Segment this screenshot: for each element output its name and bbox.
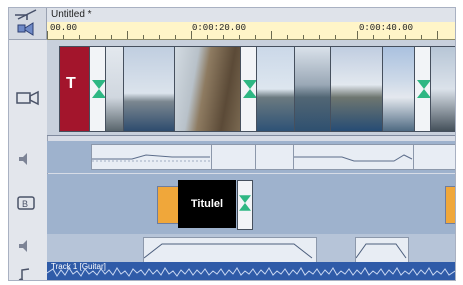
audio-clip[interactable] [293,144,415,170]
music-note-icon[interactable] [18,268,32,281]
transition-icon [417,80,431,98]
video-audio-track[interactable] [47,141,455,173]
video-clip[interactable] [105,46,125,132]
title-transition[interactable] [157,186,179,224]
title-transition[interactable] [445,186,455,224]
sound-effect-track[interactable] [47,234,455,263]
timeline-window: Untitled * 00.00 0:00:20.00 0:00:40.00 B… [8,7,456,281]
audio-clip[interactable] [143,237,317,263]
timeline-header: Untitled * 00.00 0:00:20.00 0:00:40.00 [47,8,455,40]
video-clip[interactable] [382,46,416,132]
video-clip[interactable] [330,46,384,132]
speaker-icon[interactable] [17,239,35,253]
title-track[interactable]: Titulel [47,174,455,234]
title-card-letter: T [66,75,76,92]
video-clip[interactable] [256,46,296,132]
time-ruler[interactable]: 00.00 0:00:20.00 0:00:40.00 [47,22,455,40]
ruler-label-40s: 0:00:40.00 [359,23,414,33]
title-card-clip[interactable]: T [59,46,91,132]
audio-clip[interactable] [91,144,213,170]
transition-icon [239,195,251,211]
transition-icon [243,80,257,98]
video-clip[interactable] [174,46,242,132]
audio-clip[interactable] [355,237,409,263]
video-clip[interactable] [123,46,176,132]
video-clip[interactable] [430,46,455,132]
music-track[interactable]: Track 1 [Guitar] [47,262,455,280]
audio-clip[interactable] [255,144,295,170]
video-track[interactable]: T [47,40,455,135]
audio-speaker-icon[interactable] [17,152,35,166]
timeline-tools[interactable] [9,8,47,40]
track-header-column: B [9,40,48,280]
pointer-icon[interactable] [9,8,46,39]
ruler-label-20s: 0:00:20.00 [192,23,247,33]
audio-clip[interactable] [211,144,257,170]
title-track-icon[interactable]: B [16,194,38,212]
audio-clip[interactable] [413,144,455,170]
music-waveform [47,267,455,277]
title-clip[interactable]: Titulel [178,180,236,228]
ruler-label-start: 00.00 [50,23,78,33]
transition-icon [92,80,106,98]
svg-text:B: B [22,199,28,209]
transition[interactable] [237,180,253,230]
camera-icon[interactable] [16,90,40,106]
video-clip[interactable] [294,46,332,132]
project-title: Untitled * [47,8,455,22]
